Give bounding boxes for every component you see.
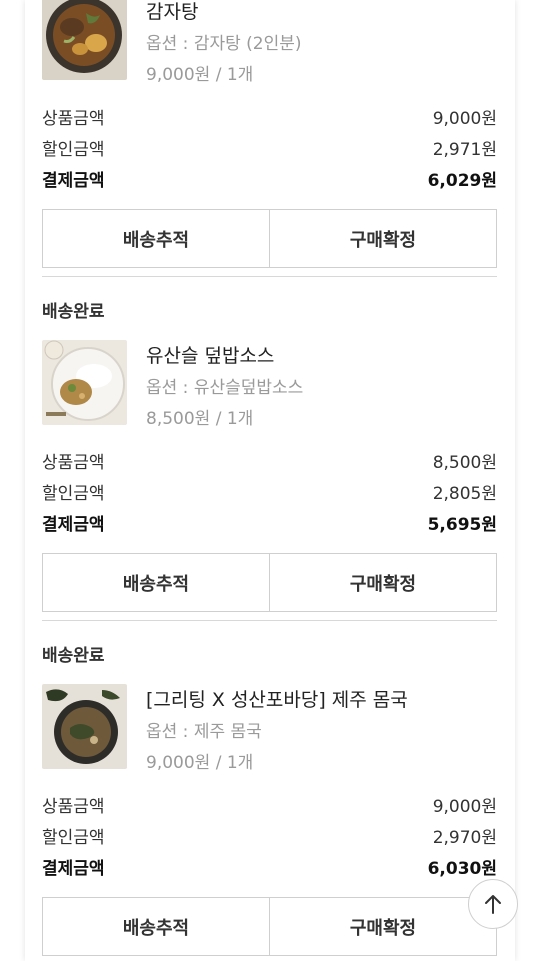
payment-label: 결제금액 bbox=[42, 859, 105, 879]
order-item: 배송완료 유산슬 덮밥소스 옵션 : 유산슬덮밥소스 8,500원 / 1개 상… bbox=[42, 277, 497, 621]
product-amount-label: 상품금액 bbox=[42, 109, 105, 129]
delivery-status: 배송완료 bbox=[42, 646, 105, 666]
order-actions: 배송추적 구매확정 bbox=[42, 897, 497, 956]
discount-row: 할인금액 2,971원 bbox=[42, 135, 497, 160]
confirm-purchase-button[interactable]: 구매확정 bbox=[269, 554, 496, 611]
product-option: 옵션 : 감자탕 (2인분) bbox=[146, 34, 302, 54]
product-amount-value: 8,500원 bbox=[432, 453, 497, 473]
product-option: 옵션 : 제주 몸국 bbox=[146, 722, 262, 742]
track-delivery-button[interactable]: 배송추적 bbox=[43, 554, 269, 611]
track-delivery-button[interactable]: 배송추적 bbox=[43, 210, 269, 267]
product-amount-value: 9,000원 bbox=[432, 797, 497, 817]
payment-value: 5,695원 bbox=[427, 515, 497, 535]
order-list-panel: 감자탕 옵션 : 감자탕 (2인분) 9,000원 / 1개 상품금액 9,00… bbox=[25, 0, 515, 961]
order-actions: 배송추적 구매확정 bbox=[42, 553, 497, 612]
discount-value: 2,971원 bbox=[432, 140, 497, 160]
product-thumbnail[interactable] bbox=[42, 684, 127, 769]
discount-row: 할인금액 2,805원 bbox=[42, 479, 497, 504]
product-name[interactable]: 유산슬 덮밥소스 bbox=[146, 341, 274, 368]
delivery-status: 배송완료 bbox=[42, 302, 105, 322]
arrow-up-icon bbox=[483, 893, 503, 915]
order-actions: 배송추적 구매확정 bbox=[42, 209, 497, 268]
product-thumbnail[interactable] bbox=[42, 0, 127, 80]
product-amount-value: 9,000원 bbox=[432, 109, 497, 129]
scroll-to-top-button[interactable] bbox=[468, 879, 518, 929]
discount-label: 할인금액 bbox=[42, 828, 105, 848]
confirm-purchase-button[interactable]: 구매확정 bbox=[269, 898, 496, 955]
discount-label: 할인금액 bbox=[42, 484, 105, 504]
product-amount-label: 상품금액 bbox=[42, 797, 105, 817]
product-thumbnail[interactable] bbox=[42, 340, 127, 425]
product-price-qty: 9,000원 / 1개 bbox=[146, 753, 254, 773]
product-amount-row: 상품금액 9,000원 bbox=[42, 792, 497, 817]
payment-row: 결제금액 5,695원 bbox=[42, 510, 497, 535]
confirm-purchase-button[interactable]: 구매확정 bbox=[269, 210, 496, 267]
payment-label: 결제금액 bbox=[42, 515, 105, 535]
payment-value: 6,029원 bbox=[427, 171, 497, 191]
track-delivery-button[interactable]: 배송추적 bbox=[43, 898, 269, 955]
product-name[interactable]: 감자탕 bbox=[146, 0, 198, 24]
order-item: 감자탕 옵션 : 감자탕 (2인분) 9,000원 / 1개 상품금액 9,00… bbox=[42, 0, 497, 280]
product-price-qty: 8,500원 / 1개 bbox=[146, 409, 254, 429]
product-price-qty: 9,000원 / 1개 bbox=[146, 65, 254, 85]
product-amount-row: 상품금액 9,000원 bbox=[42, 104, 497, 129]
order-item: 배송완료 [그리팅 X 성산포바당] 제주 몸국 옵션 : 제주 몸국 9,00… bbox=[42, 621, 497, 961]
payment-label: 결제금액 bbox=[42, 171, 105, 191]
product-amount-label: 상품금액 bbox=[42, 453, 105, 473]
discount-value: 2,805원 bbox=[432, 484, 497, 504]
payment-value: 6,030원 bbox=[427, 859, 497, 879]
product-name[interactable]: [그리팅 X 성산포바당] 제주 몸국 bbox=[146, 685, 408, 712]
payment-row: 결제금액 6,030원 bbox=[42, 854, 497, 879]
payment-row: 결제금액 6,029원 bbox=[42, 166, 497, 191]
discount-row: 할인금액 2,970원 bbox=[42, 823, 497, 848]
product-amount-row: 상품금액 8,500원 bbox=[42, 448, 497, 473]
discount-label: 할인금액 bbox=[42, 140, 105, 160]
product-option: 옵션 : 유산슬덮밥소스 bbox=[146, 378, 304, 398]
discount-value: 2,970원 bbox=[432, 828, 497, 848]
